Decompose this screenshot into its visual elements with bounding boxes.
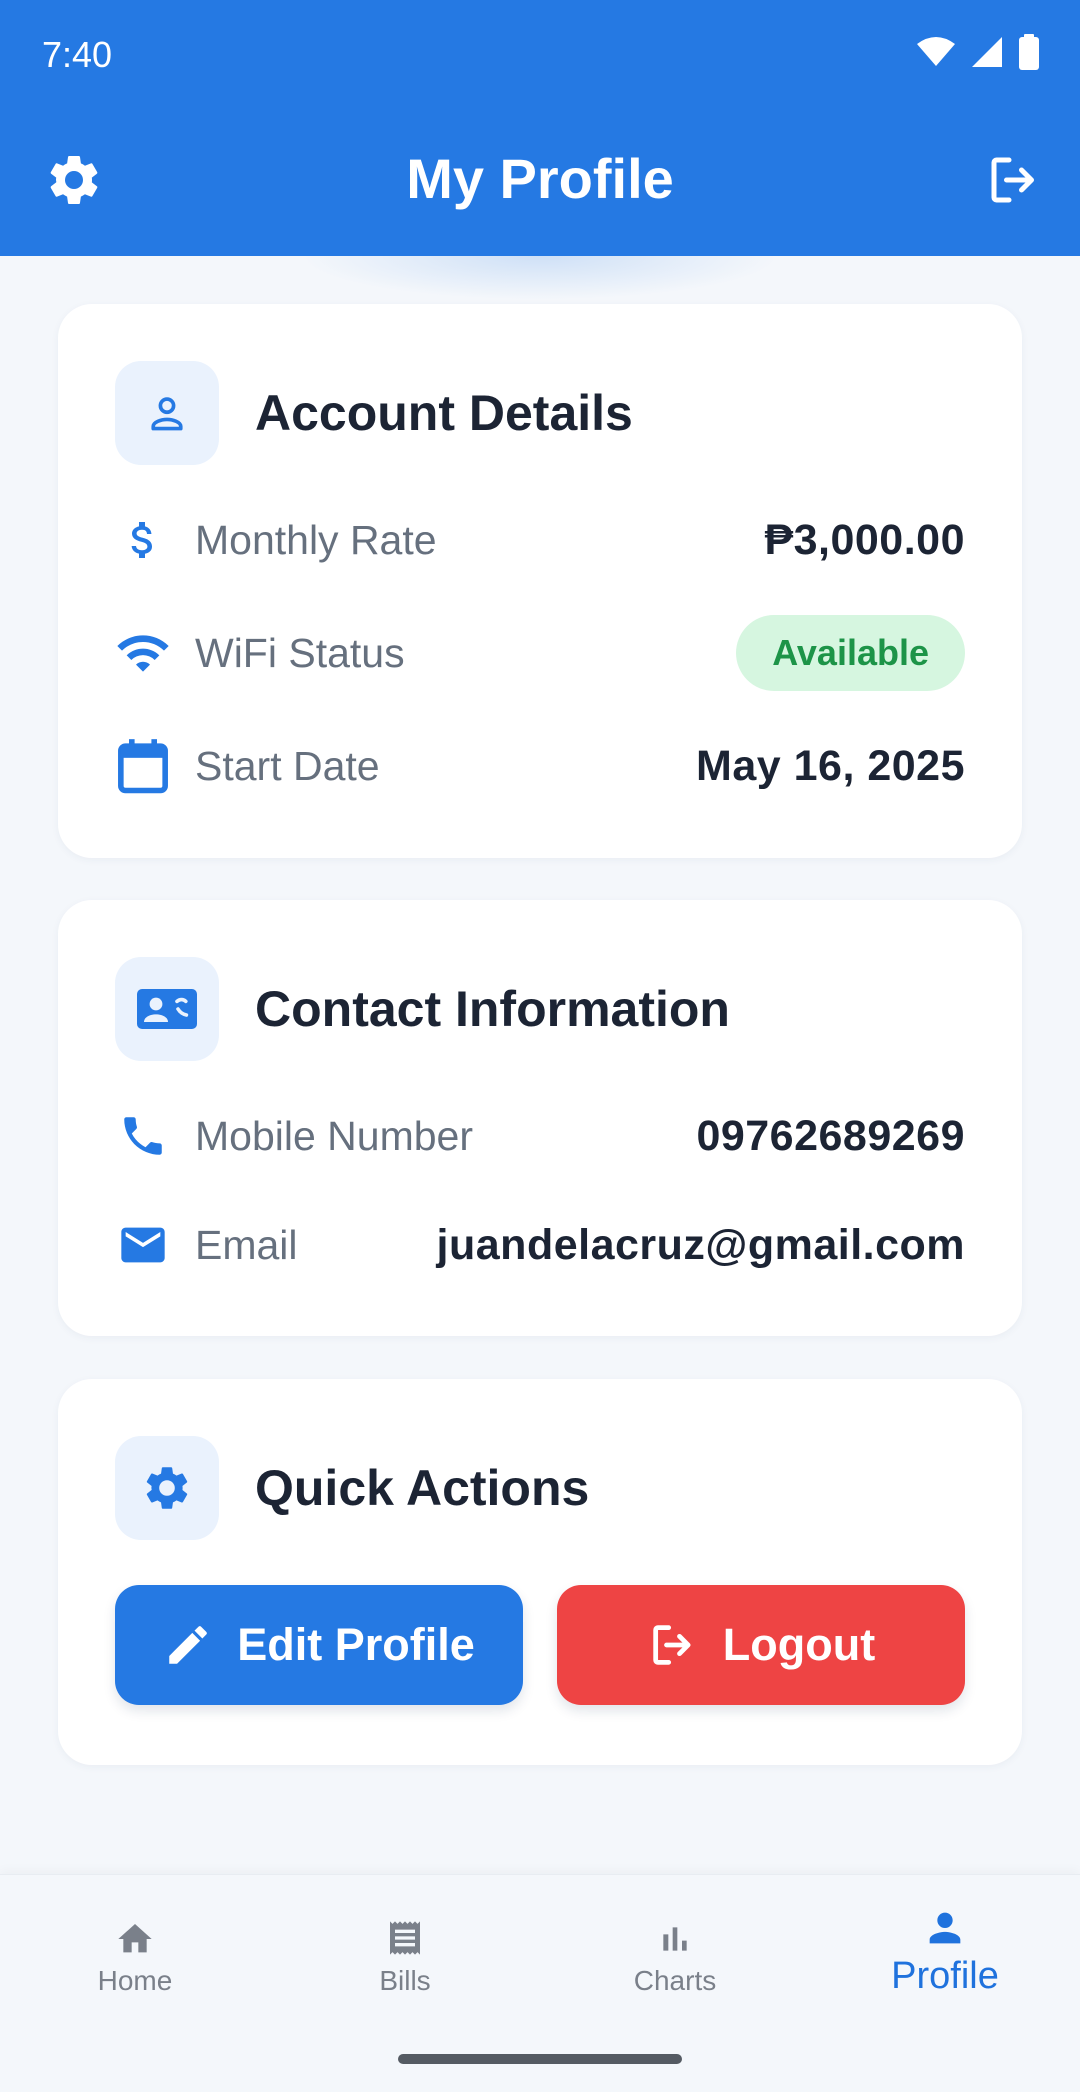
wifi-icon — [117, 635, 169, 672]
monthly-rate-label: Monthly Rate — [195, 516, 437, 563]
calendar-icon — [118, 739, 168, 794]
contact-information-card: Contact Information Mobile Number 097626… — [58, 900, 1022, 1336]
contact-information-title: Contact Information — [255, 981, 730, 1037]
logout-label: Logout — [722, 1619, 876, 1670]
logout-button[interactable]: Logout — [557, 1585, 965, 1705]
contact-card-icon — [137, 989, 197, 1029]
email-value: juandelacruz@gmail.com — [436, 1220, 965, 1269]
receipt-icon — [390, 1921, 420, 1955]
phone-icon — [124, 1117, 162, 1155]
gear-icon — [146, 1467, 188, 1509]
person-icon — [929, 1912, 961, 1944]
edit-profile-button[interactable]: Edit Profile — [115, 1585, 523, 1705]
home-indicator[interactable] — [398, 2054, 682, 2064]
account-details-title: Account Details — [255, 385, 633, 441]
contact-information-header: Contact Information — [115, 957, 730, 1061]
nav-item-bills[interactable]: Bills — [285, 1911, 525, 1997]
account-details-header: Account Details — [115, 361, 633, 465]
quick-actions-header: Quick Actions — [115, 1436, 589, 1540]
mobile-number-label: Mobile Number — [195, 1112, 473, 1159]
email-row: Email juandelacruz@gmail.com — [115, 1205, 965, 1285]
quick-actions-icon-box — [115, 1436, 219, 1540]
app-bar: 7:40 My Profile — [0, 0, 1080, 256]
wifi-status-row: WiFi Status Available — [115, 613, 965, 693]
quick-actions-card: Quick Actions Edit Profile Logout — [58, 1379, 1022, 1765]
status-time: 7:40 — [42, 34, 113, 75]
monthly-rate-row: Monthly Rate ₱3,000.00 — [115, 500, 965, 580]
person-outline-icon — [151, 397, 183, 431]
nav-label-profile: Profile — [891, 1955, 999, 1997]
battery-icon — [1019, 34, 1039, 70]
nav-item-home[interactable]: Home — [15, 1911, 255, 1997]
page-title: My Profile — [406, 147, 674, 210]
start-date-row: Start Date May 16, 2025 — [115, 726, 965, 806]
monthly-rate-value: ₱3,000.00 — [764, 515, 965, 564]
email-label: Email — [195, 1221, 298, 1268]
status-icons — [916, 34, 1040, 70]
start-date-value: May 16, 2025 — [696, 741, 965, 790]
contact-icon-box — [115, 957, 219, 1061]
cell-signal-icon — [972, 37, 1002, 67]
wifi-status-label: WiFi Status — [195, 629, 405, 676]
mobile-number-row: Mobile Number 09762689269 — [115, 1096, 965, 1176]
nav-label-charts: Charts — [633, 1965, 717, 1996]
account-icon-box — [115, 361, 219, 465]
wifi-status-badge: Available — [736, 615, 965, 691]
edit-profile-label: Edit Profile — [237, 1619, 475, 1670]
nav-item-charts[interactable]: Charts — [555, 1911, 795, 1997]
dollar-icon — [131, 522, 152, 558]
nav-label-home: Home — [97, 1965, 173, 1996]
wifi-signal-icon — [917, 37, 955, 66]
logout-icon — [653, 1625, 691, 1665]
account-details-card: Account Details Monthly Rate ₱3,000.00 W… — [58, 304, 1022, 858]
quick-actions-title: Quick Actions — [255, 1460, 590, 1516]
profile-screen: 7:40 My Profile Account Details Monthly … — [0, 0, 1080, 2092]
header-glow — [300, 256, 780, 300]
mobile-number-value: 09762689269 — [696, 1111, 965, 1160]
nav-item-profile[interactable]: Profile — [825, 1903, 1065, 1998]
home-icon — [118, 1924, 152, 1953]
bar-chart-icon — [663, 1927, 687, 1951]
start-date-label: Start Date — [195, 742, 380, 789]
logout-icon[interactable] — [984, 150, 1044, 210]
mail-icon — [121, 1227, 165, 1263]
pencil-icon — [169, 1626, 207, 1664]
nav-label-bills: Bills — [379, 1965, 431, 1996]
